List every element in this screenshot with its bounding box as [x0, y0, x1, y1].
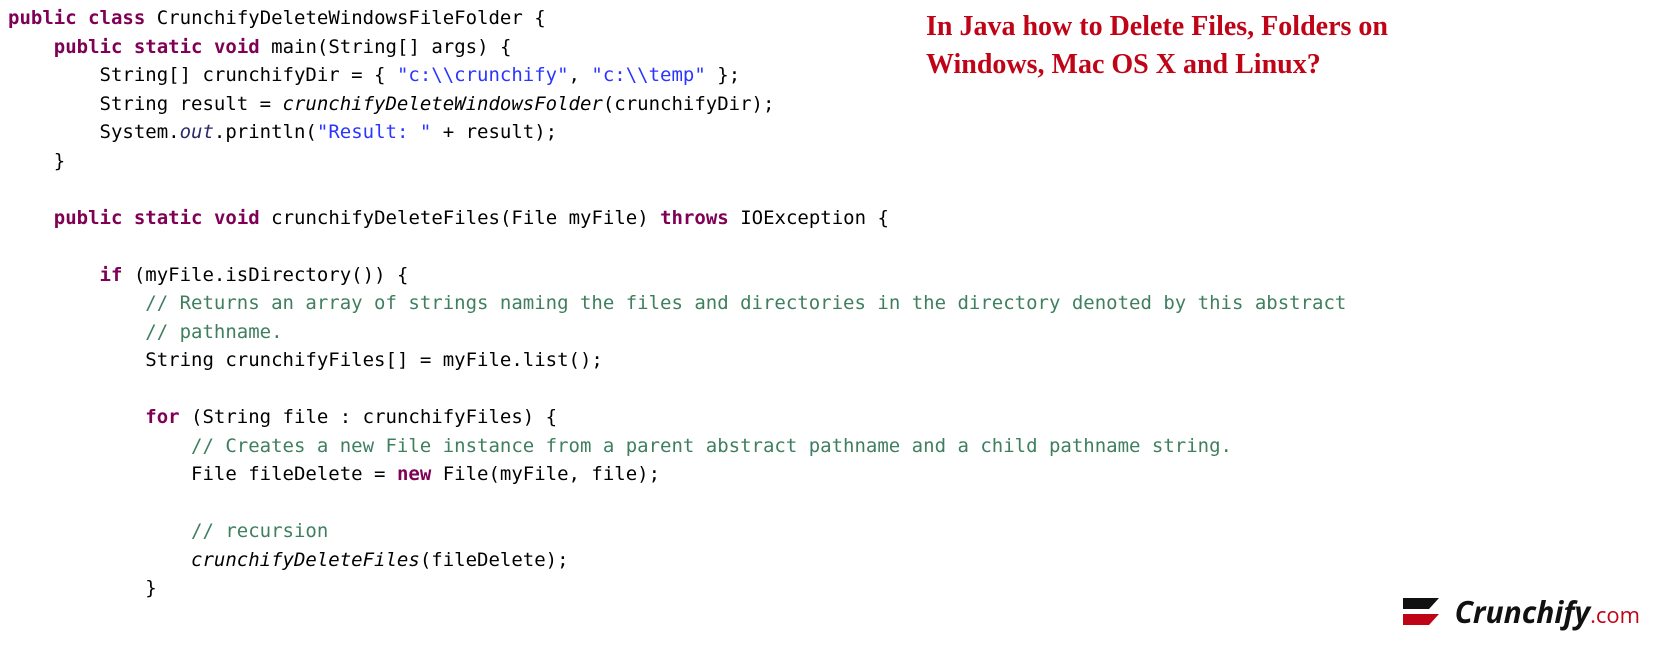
if-cond: (myFile.isDirectory()) {	[122, 264, 408, 286]
stmt: String result =	[100, 93, 283, 115]
kw-public: public	[54, 207, 123, 229]
stmt-end: };	[706, 64, 740, 86]
out-field: out	[180, 121, 214, 143]
logo-name: Crunchify	[1455, 591, 1591, 632]
class-name: CrunchifyDeleteWindowsFileFolder	[157, 7, 523, 29]
kw-for: for	[145, 406, 179, 428]
string-literal: "c:\\crunchify"	[397, 64, 569, 86]
title-line2: Windows, Mac OS X and Linux?	[926, 49, 1321, 80]
static-call: crunchifyDeleteWindowsFolder	[283, 93, 603, 115]
article-title: In Java how to Delete Files, Folders on …	[926, 8, 1626, 84]
for-cond: (String file : crunchifyFiles) {	[180, 406, 558, 428]
crunchify-logo-icon	[1399, 592, 1445, 632]
method-main: main(String[] args) {	[271, 36, 511, 58]
stmt: File fileDelete =	[191, 463, 397, 485]
kw-class: class	[88, 7, 145, 29]
title-line1: In Java how to Delete Files, Folders on	[926, 11, 1388, 42]
method-name: crunchifyDeleteFiles(File myFile)	[271, 207, 660, 229]
sysout: System.	[100, 121, 180, 143]
stmt: String crunchifyFiles[] = myFile.list();	[145, 349, 603, 371]
string-literal: "Result: "	[317, 121, 431, 143]
sysout: .println(	[214, 121, 317, 143]
sysout-end: + result);	[431, 121, 557, 143]
code-block: public class CrunchifyDeleteWindowsFileF…	[0, 0, 1666, 607]
brace: }	[54, 150, 65, 172]
kw-void: void	[214, 36, 260, 58]
kw-public: public	[54, 36, 123, 58]
kw-public: public	[8, 7, 77, 29]
logo-tld: .com	[1590, 600, 1640, 630]
comment: // recursion	[191, 520, 328, 542]
exc: IOException {	[729, 207, 889, 229]
kw-throws: throws	[660, 207, 729, 229]
string-literal: "c:\\temp"	[591, 64, 705, 86]
comment: // pathname.	[145, 321, 282, 343]
site-logo: Crunchify.com	[1399, 589, 1640, 634]
logo-text: Crunchify.com	[1455, 589, 1640, 634]
comment: // Returns an array of strings naming th…	[145, 292, 1346, 314]
kw-new: new	[397, 463, 431, 485]
args: (fileDelete);	[420, 549, 569, 571]
kw-void: void	[214, 207, 260, 229]
kw-if: if	[100, 264, 123, 286]
kw-static: static	[134, 36, 203, 58]
comma: ,	[569, 64, 592, 86]
kw-static: static	[134, 207, 203, 229]
comment: // Creates a new File instance from a pa…	[191, 435, 1232, 457]
stmt: String[] crunchifyDir = {	[100, 64, 397, 86]
stmt: File(myFile, file);	[431, 463, 660, 485]
recursive-call: crunchifyDeleteFiles	[191, 549, 420, 571]
brace: }	[145, 577, 156, 599]
args: (crunchifyDir);	[603, 93, 775, 115]
brace: {	[523, 7, 546, 29]
